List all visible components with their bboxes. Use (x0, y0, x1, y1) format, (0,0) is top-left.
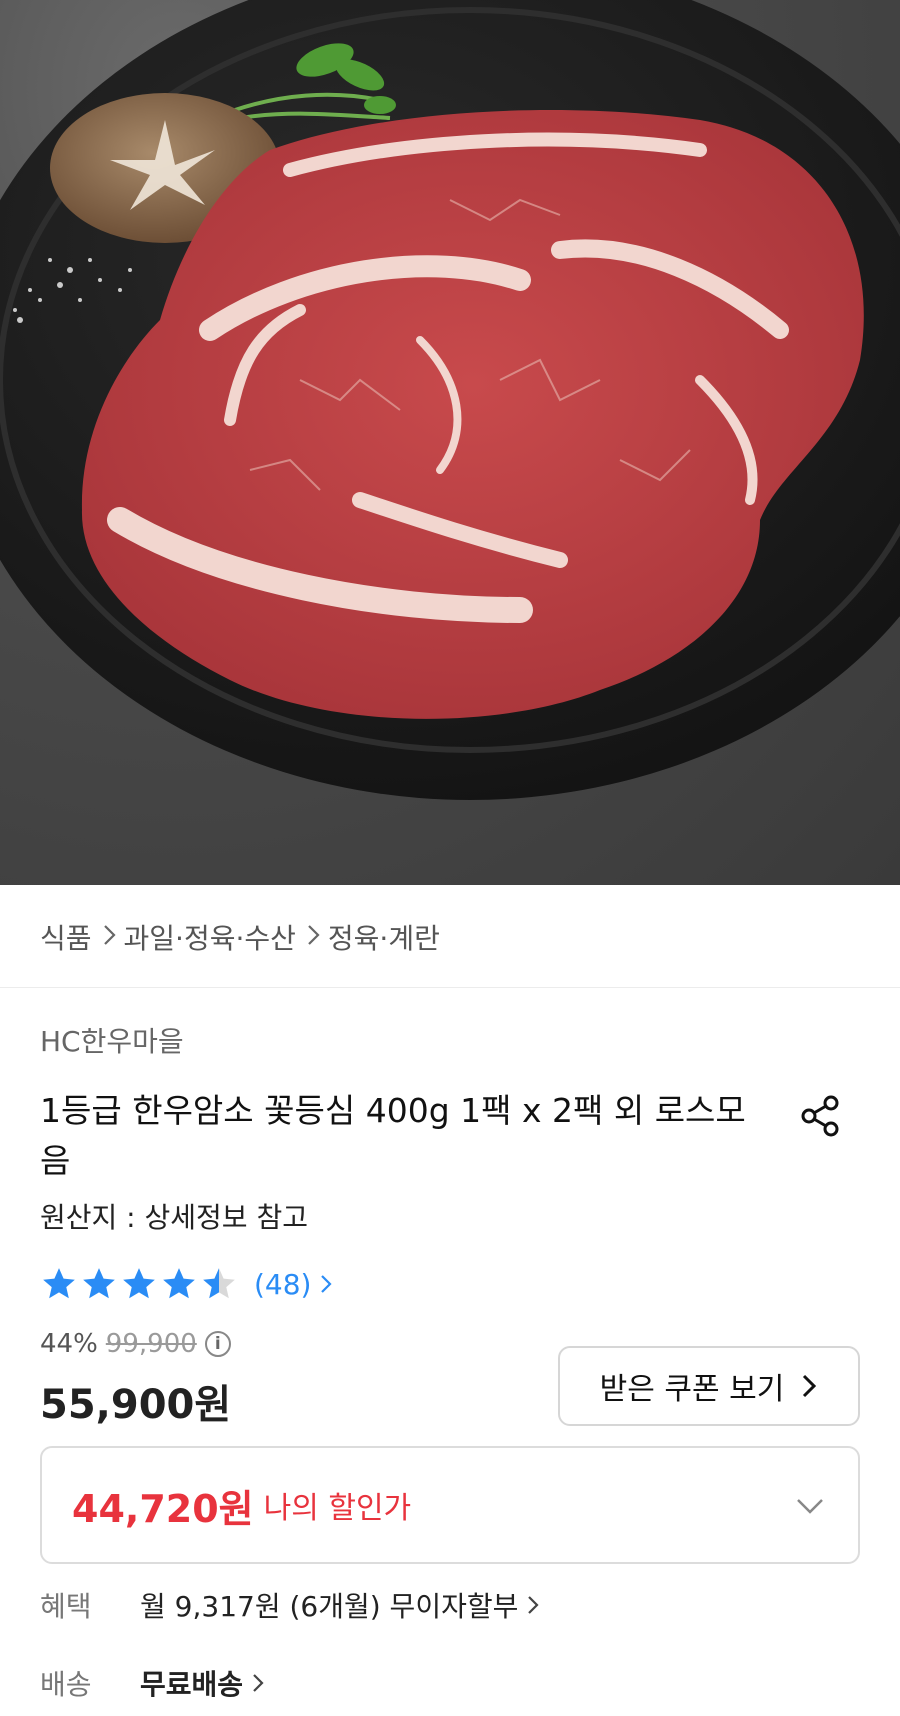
chevron-down-icon[interactable] (792, 1488, 828, 1524)
star-icon (163, 1268, 195, 1299)
chevron-right-icon (321, 1275, 333, 1293)
breadcrumb-item-meat-egg[interactable]: 정육·계란 (328, 917, 440, 957)
divider (0, 987, 900, 988)
shipping-row[interactable]: 배송 무료배송 (40, 1658, 265, 1708)
benefit-row[interactable]: 혜택 월 9,317원 (6개월) 무이자할부 (40, 1580, 540, 1630)
star-icon (83, 1268, 115, 1299)
my-discount-price-box[interactable]: 44,720원 나의 할인가 (40, 1446, 860, 1564)
rating[interactable]: (48) (40, 1262, 333, 1306)
half-star-icon (203, 1268, 235, 1299)
chevron-right-icon (803, 1374, 817, 1398)
chevron-right-icon (306, 921, 322, 954)
product-title: 1등급 한우암소 꽃등심 400g 1팩 x 2팩 외 로스모음 (40, 1091, 746, 1180)
free-shipping-text: 무료배송 (140, 1668, 244, 1701)
chevron-right-icon (102, 921, 118, 954)
share-icon (801, 1095, 839, 1137)
chevron-right-icon (253, 1674, 264, 1692)
discount-rate: 44% (40, 1329, 98, 1359)
info-icon[interactable]: i (204, 1331, 231, 1357)
benefit-key: 혜택 (40, 1590, 92, 1623)
product-image[interactable] (0, 0, 900, 885)
star-rating (40, 1265, 238, 1303)
shipping-value: 무료배송 (140, 1663, 265, 1703)
breadcrumb-item-food[interactable]: 식품 (40, 917, 92, 957)
sale-price: 55,900원 (40, 1382, 232, 1428)
star-icon (43, 1268, 75, 1299)
breadcrumb-item-fruit-meat-seafood[interactable]: 과일·정육·수산 (124, 917, 296, 957)
review-count-link[interactable]: (48) (254, 1268, 333, 1301)
coupon-button-label: 받은 쿠폰 보기 (599, 1372, 785, 1407)
benefit-value: 월 9,317원 (6개월) 무이자할부 (140, 1585, 540, 1625)
chevron-right-icon (528, 1596, 539, 1614)
view-coupons-button[interactable]: 받은 쿠폰 보기 (558, 1346, 860, 1426)
original-price: 99,900 (105, 1329, 197, 1359)
my-discount-label: 나의 할인가 (263, 1491, 412, 1526)
shipping-key: 배송 (40, 1668, 92, 1701)
star-icon (123, 1268, 155, 1299)
product-photo (0, 0, 900, 800)
price-meta: 44% 99,900 i (40, 1326, 231, 1362)
review-count: (48) (254, 1267, 312, 1301)
brand-link[interactable]: HC한우마을 (40, 1020, 184, 1060)
installment-text: 월 9,317원 (6개월) 무이자할부 (140, 1590, 519, 1623)
origin-info: 원산지 : 상세정보 참고 (40, 1201, 308, 1234)
breadcrumb: 식품 과일·정육·수산 정육·계란 (40, 912, 440, 962)
my-discount-price: 44,720원 (72, 1486, 254, 1531)
share-button[interactable] (794, 1090, 846, 1142)
